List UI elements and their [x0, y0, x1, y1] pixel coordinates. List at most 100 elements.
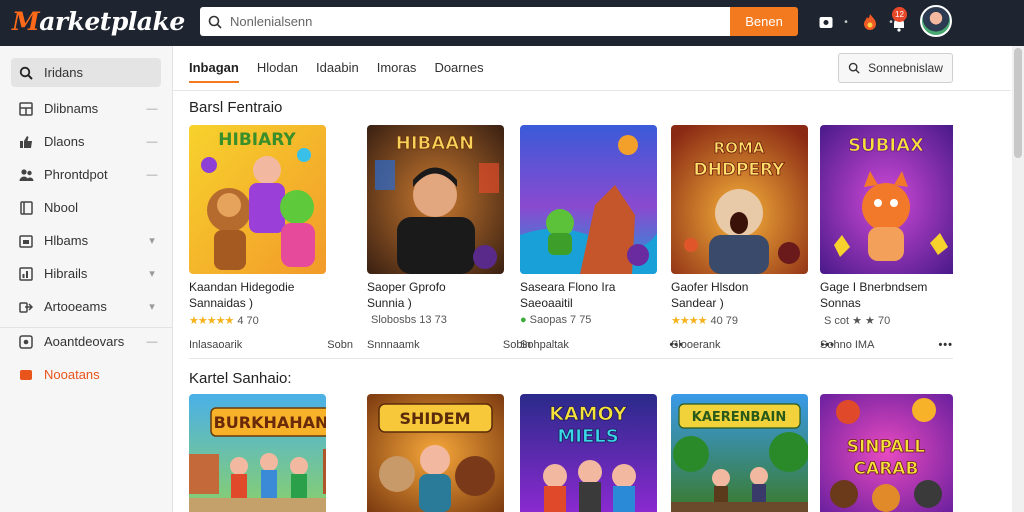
chevron-down-icon: ▾ [149, 235, 155, 247]
rating-value: Saopas 7 75 [529, 314, 592, 326]
notification-badge: 12 [892, 7, 907, 22]
publisher-label[interactable]: Sohpaltak [520, 339, 569, 351]
sidebar-item-8[interactable]: Aoantdeovars — [11, 327, 161, 356]
search-input[interactable] [230, 14, 710, 29]
game-title[interactable]: Saseara Flono Ira [520, 280, 680, 294]
tag-icon [18, 367, 34, 383]
publisher-label[interactable]: Snnnaamk [367, 339, 420, 351]
tab-1[interactable]: Hlodan [257, 60, 298, 83]
more-options-icon[interactable]: ••• [938, 339, 953, 351]
sidebar-item-label: Iridans [44, 65, 84, 80]
game-thumbnail[interactable]: HIBAAN [367, 125, 504, 274]
sidebar-item-label: Artooeams [44, 299, 107, 314]
sidebar-item-label: Dlaons [44, 134, 85, 149]
logo-first-letter: M [12, 7, 40, 36]
game-subtitle: Saeoaaitil [520, 296, 573, 310]
sort-button-label: Sonnebnislaw [868, 61, 943, 75]
box-icon [18, 233, 34, 249]
game-thumbnail[interactable]: KAMOY MIELS [520, 394, 657, 512]
scrollbar-thumb[interactable] [1014, 48, 1022, 158]
section-title-secondary: Kartel Sanhaio: [189, 370, 292, 387]
game-thumbnail[interactable]: SUBIAX [820, 125, 957, 274]
game-art-text: SHIDEM [400, 409, 471, 428]
sidebar-item-label: Phrontdpot [44, 167, 108, 182]
sidebar-item-6[interactable]: Hibrails ▾ [11, 259, 161, 288]
sidebar-item-5[interactable]: Hlbams ▾ [11, 226, 161, 255]
chevron-down-icon: ▾ [149, 301, 155, 313]
book-icon [18, 200, 34, 216]
grid-icon [18, 101, 34, 117]
game-thumbnail[interactable]: ROMA DHDPERY [671, 125, 808, 274]
publisher-label[interactable]: Slooerank [671, 339, 721, 351]
sidebar-item-3[interactable]: Phrontdpot — [11, 160, 161, 189]
search-button[interactable]: Benen [730, 7, 798, 36]
search-box[interactable] [200, 7, 730, 36]
game-art-text: KAERENBAIN [692, 410, 786, 425]
app-logo[interactable]: Marketplake [12, 7, 185, 36]
sidebar-item-label: Hibrails [44, 266, 88, 281]
rating-badge-icon: ● [520, 314, 527, 326]
game-art-text: SINPALL [847, 437, 926, 457]
tab-0[interactable]: Inbagan [189, 60, 239, 83]
tabs-divider [173, 90, 1011, 91]
game-title[interactable]: Gaofer Hlsdon [671, 280, 831, 294]
thumbs-up-icon [18, 134, 34, 150]
game-rating: S cot ★ ★ 70 [820, 314, 890, 327]
publisher-label[interactable]: Inlasaoarik [189, 339, 242, 351]
category-tabs: Inbagan Hlodan Idaabin Imoras Doarnes [189, 60, 502, 83]
sidebar: Iridans Dlibnams — Dlaons — Phrontdpot —… [0, 46, 173, 512]
rating-value: 4 70 [237, 314, 259, 327]
game-thumbnail[interactable]: SINPALL CARAB [820, 394, 953, 512]
game-thumbnail[interactable]: HIBIARY [189, 125, 326, 274]
game-art-text: DHDPERY [694, 160, 786, 180]
tab-2[interactable]: Idaabin [316, 60, 359, 83]
game-thumbnail[interactable] [520, 125, 657, 274]
sort-button[interactable]: Sonnebnislaw [838, 53, 953, 83]
game-title[interactable]: Gage I Bnerbndsem [820, 280, 980, 294]
logo-rest: arketplake [39, 7, 185, 36]
game-rating: ★★★★ 40 79 [671, 314, 738, 328]
game-rating: ● Saopas 7 75 [520, 314, 591, 326]
game-art-text: HIBAAN [396, 133, 474, 154]
card-footer: Sohpaltak ••• [520, 339, 684, 351]
sidebar-item-2[interactable]: Dlaons — [11, 127, 161, 156]
fire-icon[interactable] [859, 11, 881, 33]
tab-4[interactable]: Doarnes [434, 60, 483, 83]
rating-value: S cot ★ ★ 70 [824, 315, 891, 327]
collapse-icon: — [146, 335, 158, 348]
game-art-text: MIELS [557, 426, 618, 447]
cart-icon[interactable] [815, 11, 837, 33]
people-icon [18, 167, 34, 183]
section-divider [189, 358, 953, 359]
card-footer: Inlasaoarik Sobn [189, 339, 353, 351]
sidebar-item-9[interactable]: Nooatans [11, 360, 161, 389]
game-art-text: HIBIARY [218, 130, 296, 150]
collapse-icon: — [146, 168, 158, 181]
sidebar-item-label: Aoantdeovars [44, 334, 125, 349]
game-thumbnail[interactable]: SHIDEM [367, 394, 504, 512]
game-title[interactable]: Saoper Gprofo [367, 280, 527, 294]
game-title[interactable]: Kaandan Hidegodie [189, 280, 349, 294]
game-subtitle: Sunnia ) [367, 296, 412, 310]
tab-3[interactable]: Imoras [377, 60, 417, 83]
sidebar-item-label: Dlibnams [44, 101, 99, 116]
user-avatar[interactable] [920, 5, 952, 37]
rating-value: Slobosbs 13 73 [371, 314, 447, 326]
card-footer: Snnnaamk Sobin [367, 339, 531, 351]
collapse-icon: — [146, 135, 158, 148]
sidebar-item-1[interactable]: Dlibnams — [11, 94, 161, 123]
sidebar-item-7[interactable]: Artooeams ▾ [11, 292, 161, 321]
vertical-scrollbar[interactable] [1012, 46, 1024, 512]
game-thumbnail[interactable]: BURKHAHAN [189, 394, 326, 512]
game-thumbnail[interactable]: KAERENBAIN [671, 394, 808, 512]
section-title-featured: Barsl Fentraio [189, 99, 283, 116]
settings-icon [18, 334, 34, 350]
publisher-label[interactable]: Sohno IMA [820, 339, 874, 351]
card-footer: Sohno IMA ••• [820, 339, 953, 351]
search-icon [848, 62, 860, 74]
sidebar-item-4[interactable]: Nbool [11, 193, 161, 222]
game-art-text: KAMOY [549, 403, 627, 425]
price-label: Sobn [327, 339, 353, 351]
game-art-text: ROMA [714, 139, 765, 157]
sidebar-item-0[interactable]: Iridans [11, 58, 161, 87]
